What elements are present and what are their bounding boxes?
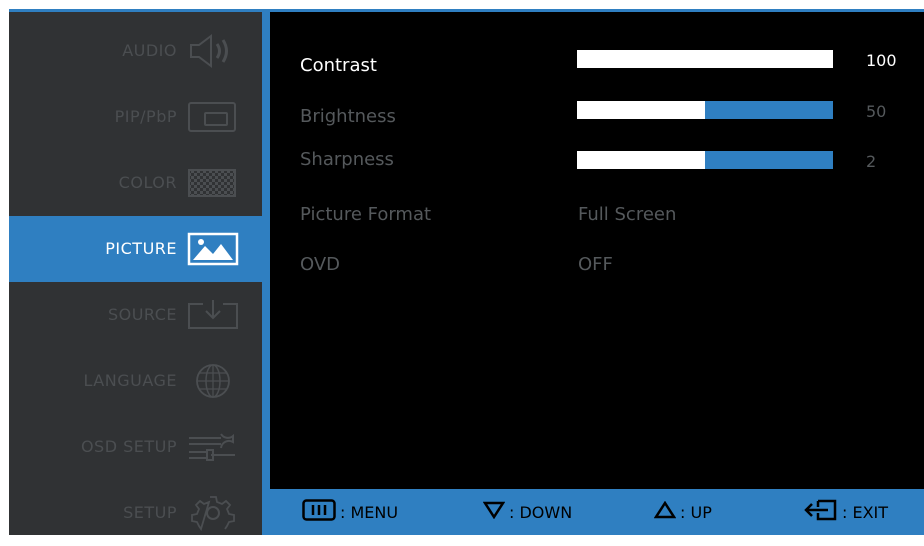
brightness-slider[interactable] bbox=[577, 101, 833, 119]
sidebar-item-label: COLOR bbox=[118, 173, 177, 192]
picture-format-value[interactable]: Full Screen bbox=[578, 204, 676, 225]
brightness-label[interactable]: Brightness bbox=[300, 106, 396, 127]
up-hint-label: : UP bbox=[680, 502, 712, 522]
sidebar-divider bbox=[262, 12, 270, 535]
down-hint[interactable]: : DOWN bbox=[482, 489, 573, 535]
contrast-label[interactable]: Contrast bbox=[300, 55, 377, 76]
sidebar-item-label: PICTURE bbox=[105, 239, 177, 258]
up-hint[interactable]: : UP bbox=[653, 489, 712, 535]
sidebar-item-color[interactable]: COLOR bbox=[9, 150, 262, 216]
sharpness-label[interactable]: Sharpness bbox=[300, 149, 394, 170]
sidebar: AUDIO PIP/PbP COLOR PICTURE SOURCE LANGU… bbox=[9, 12, 262, 535]
source-input-icon bbox=[185, 296, 241, 334]
down-hint-label: : DOWN bbox=[509, 502, 573, 522]
menu-hint[interactable]: : MENU bbox=[302, 489, 398, 535]
contrast-value: 100 bbox=[866, 51, 897, 70]
footer-hints: : MENU : DOWN : UP : EXIT bbox=[270, 489, 924, 535]
exit-hint[interactable]: : EXIT bbox=[802, 489, 888, 535]
sidebar-item-setup[interactable]: SETUP bbox=[9, 480, 262, 546]
pip-icon bbox=[185, 98, 241, 136]
exit-hint-label: : EXIT bbox=[842, 502, 889, 522]
slider-fill bbox=[577, 151, 705, 169]
speaker-icon bbox=[185, 32, 241, 70]
osd-setup-icon bbox=[185, 428, 241, 466]
sidebar-item-osd-setup[interactable]: OSD SETUP bbox=[9, 414, 262, 480]
menu-button-icon bbox=[302, 499, 340, 525]
picture-settings-panel: Contrast 100 Brightness 50 Sharpness 2 P… bbox=[270, 12, 924, 489]
sidebar-item-audio[interactable]: AUDIO bbox=[9, 18, 262, 84]
color-grid-icon bbox=[185, 164, 241, 202]
exit-arrow-icon bbox=[802, 498, 842, 526]
sidebar-item-label: LANGUAGE bbox=[83, 371, 177, 390]
picture-icon bbox=[185, 230, 241, 268]
ovd-label[interactable]: OVD bbox=[300, 254, 340, 275]
sidebar-item-label: SETUP bbox=[123, 503, 177, 522]
sidebar-item-label: OSD SETUP bbox=[80, 437, 177, 456]
sidebar-item-picture[interactable]: PICTURE bbox=[9, 216, 262, 282]
sharpness-value: 2 bbox=[866, 152, 877, 171]
up-triangle-icon bbox=[653, 500, 680, 523]
sidebar-item-pip[interactable]: PIP/PbP bbox=[9, 84, 262, 150]
sidebar-item-label: SOURCE bbox=[107, 305, 177, 324]
slider-fill bbox=[577, 50, 833, 68]
ovd-value[interactable]: OFF bbox=[578, 254, 613, 275]
sidebar-item-label: AUDIO bbox=[122, 41, 177, 60]
brightness-value: 50 bbox=[866, 102, 887, 121]
sidebar-item-source[interactable]: SOURCE bbox=[9, 282, 262, 348]
menu-hint-label: : MENU bbox=[340, 502, 399, 522]
osd-window: AUDIO PIP/PbP COLOR PICTURE SOURCE LANGU… bbox=[9, 9, 924, 535]
sharpness-slider[interactable] bbox=[577, 151, 833, 169]
slider-fill bbox=[577, 101, 705, 119]
down-triangle-icon bbox=[482, 501, 509, 523]
sidebar-item-label: PIP/PbP bbox=[114, 107, 177, 126]
contrast-slider[interactable] bbox=[577, 50, 833, 68]
sidebar-item-language[interactable]: LANGUAGE bbox=[9, 348, 262, 414]
globe-icon bbox=[185, 362, 241, 400]
gear-icon bbox=[185, 494, 241, 532]
picture-format-label[interactable]: Picture Format bbox=[300, 204, 431, 225]
